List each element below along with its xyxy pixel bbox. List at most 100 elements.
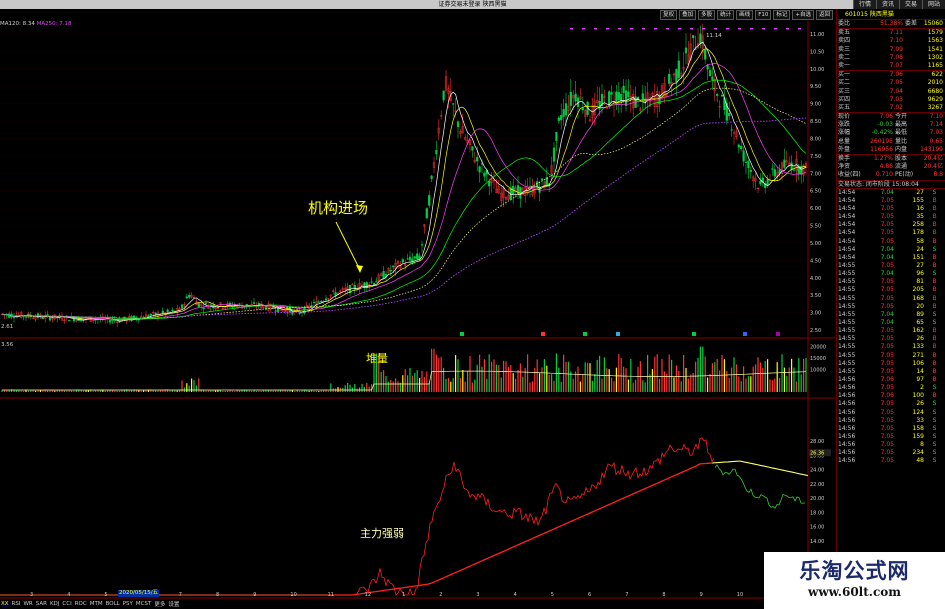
tick-price: 7.05 <box>880 196 894 204</box>
candle-body <box>716 94 719 96</box>
indicator-tab[interactable]: SAR <box>36 601 47 607</box>
candle-body <box>442 90 445 101</box>
quote-stats-extra: 换手 1.27% 股本 20.4亿 净资 4.86 流通 20.4亿 收益(四) 0.710 PE(… <box>837 154 945 180</box>
event-marker[interactable] <box>776 332 780 336</box>
candle-body <box>312 301 316 303</box>
volume-bar <box>299 391 301 392</box>
price-axis-tick: 10.50 <box>810 49 824 55</box>
event-marker[interactable] <box>743 332 747 336</box>
tick-side: S <box>932 416 937 424</box>
candle-body <box>435 150 438 155</box>
candle-body <box>12 316 16 319</box>
tick-volume: 8 <box>920 441 924 449</box>
volume-bar <box>747 376 749 392</box>
tick-volume: 48 <box>916 457 924 465</box>
volume-bar <box>318 391 320 392</box>
volume-bar <box>140 390 142 392</box>
volume-bar <box>613 381 615 392</box>
menu-news[interactable]: 资讯 <box>875 0 899 9</box>
volume-bar <box>294 391 296 392</box>
event-marker[interactable] <box>583 332 587 336</box>
indicator-axis-tick: 16.00 <box>810 525 824 531</box>
annotation-arrow <box>335 221 363 273</box>
ask-row: 卖四 7.10 1563 <box>837 37 945 45</box>
candle-body <box>627 91 630 97</box>
candle-body <box>171 309 174 311</box>
volume-bar <box>601 378 603 392</box>
volume-bar <box>721 354 723 392</box>
volume-bar <box>594 374 596 392</box>
tick-volume: 124 <box>912 408 924 416</box>
volume-bar <box>176 390 178 392</box>
menu-website[interactable]: 网站 <box>921 0 945 9</box>
indicator-tab[interactable]: 更多 <box>154 600 165 608</box>
tick-list[interactable]: 14:54 7.04 27 S 14:54 7.05 155 B 14:54 7.05 16 B 14:… <box>837 187 945 466</box>
volume-bar <box>39 390 41 392</box>
volume-bar <box>651 369 653 392</box>
tick-time: 14:54 <box>838 196 856 204</box>
indicator-tab[interactable]: RSI <box>12 601 21 607</box>
price-chart <box>0 23 808 328</box>
bid-row: 买二 7.05 2010 <box>837 79 945 87</box>
quote-panel: 601015 陕西黑猫 委比 51.38% 委差 15060 卖五 7.11 157… <box>836 9 945 609</box>
indicator-tab[interactable]: CCI <box>62 601 71 607</box>
indicator-tab[interactable]: BOLL <box>106 601 120 607</box>
candle-body <box>471 146 474 151</box>
x-axis-tick: 9 <box>253 592 256 598</box>
indicator-tab[interactable]: MCST <box>136 601 151 607</box>
x-axis-tick: 4 <box>67 592 70 598</box>
watermark-url: www.60lt.com <box>808 585 901 599</box>
event-marker[interactable] <box>616 332 620 336</box>
tick-price: 7.05 <box>880 262 894 270</box>
tick-side: S <box>932 441 937 449</box>
tick-row: 14:55 7.05 271 B <box>837 352 945 360</box>
ask-price: 7.08 <box>889 53 903 61</box>
volume-bar <box>212 390 214 392</box>
indicator-chart <box>0 437 809 596</box>
tick-time: 14:54 <box>838 237 856 245</box>
ask-label: 卖四 <box>838 37 851 45</box>
volume-bar <box>30 390 32 392</box>
menu-trade[interactable]: 交易 <box>898 0 922 9</box>
volume-bar <box>764 361 766 392</box>
volume-bar <box>337 387 339 392</box>
indicator-tab[interactable]: PSY <box>123 601 133 607</box>
event-marker[interactable] <box>541 332 545 336</box>
indicator-tab[interactable]: MTM <box>90 601 103 607</box>
volume-bar <box>505 361 507 392</box>
volume-bar <box>35 390 37 392</box>
tick-row: 14:56 7.05 26 S <box>837 400 945 408</box>
indicator-tab[interactable]: WR <box>23 601 32 607</box>
indicator-tab[interactable]: ROC <box>75 601 87 607</box>
indicator-tab[interactable]: 设置 <box>168 600 179 608</box>
volume-bar <box>452 378 454 392</box>
tick-price: 7.05 <box>880 335 894 343</box>
candle-body <box>728 113 731 117</box>
quote-value: -0.42% <box>871 129 893 137</box>
price-axis-tick: 7.50 <box>810 154 821 160</box>
top-marker-dash <box>762 28 765 30</box>
indicator-tab[interactable]: XX <box>1 601 9 607</box>
menu-quotes[interactable]: 行情 <box>852 0 876 9</box>
tick-price: 7.04 <box>880 245 894 253</box>
event-marker[interactable] <box>692 332 696 336</box>
ask-row: 卖五 7.11 1579 <box>837 29 945 37</box>
candle-body <box>528 186 532 188</box>
tick-row: 14:54 7.05 258 B <box>837 221 945 229</box>
tick-row: 14:56 7.05 48 S <box>837 457 945 465</box>
volume-bar <box>637 366 639 392</box>
tick-time: 14:56 <box>838 384 856 392</box>
indicator-tab[interactable]: KDJ <box>50 601 59 607</box>
order-ratio-row: 委比 51.38% 委差 15060 <box>837 20 945 28</box>
tick-volume: 24 <box>916 245 924 253</box>
volume-bar <box>791 358 793 392</box>
event-marker[interactable] <box>460 332 464 336</box>
price-axis-tick: 6.50 <box>810 189 821 195</box>
tick-side: B <box>932 262 937 270</box>
quote-row: 收益(四) 0.710 PE(动) 8.8 <box>837 171 945 179</box>
chart-canvas[interactable]: 11.00 10.50 10.00 9.50 9.00 8.50 8.00 7.50 7.00 6… <box>0 0 836 609</box>
quote-label: 量比 <box>895 137 908 145</box>
candle-body <box>478 166 481 173</box>
volume-bar <box>529 382 531 392</box>
quote-row: 换手 1.27% 股本 20.4亿 <box>837 155 945 163</box>
